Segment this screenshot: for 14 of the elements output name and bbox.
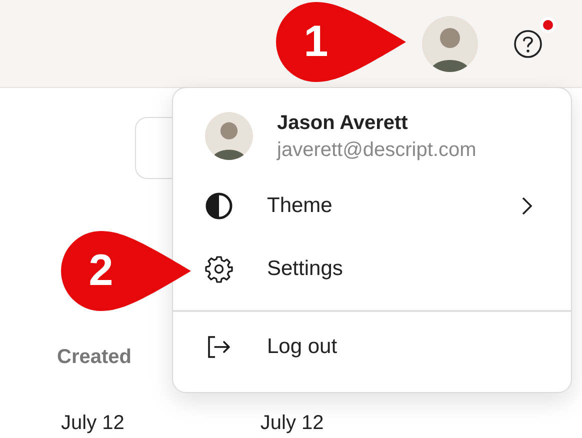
menu-item[interactable]: Log out bbox=[173, 316, 571, 378]
column-header: Created bbox=[57, 346, 132, 368]
settings-icon bbox=[205, 254, 233, 282]
table-cell: July 12 bbox=[61, 412, 124, 435]
user-email: javerett@descript.com bbox=[277, 139, 476, 162]
callout-marker: 1 bbox=[276, 2, 406, 82]
user-name: Jason Averett bbox=[277, 112, 409, 135]
logout-icon bbox=[205, 333, 233, 361]
chevron-right-icon bbox=[521, 196, 533, 216]
callout-marker: 2 bbox=[61, 231, 191, 311]
table-cell: July 12 bbox=[260, 412, 324, 435]
avatar bbox=[205, 112, 253, 160]
half-circle-icon bbox=[205, 192, 233, 220]
help-icon[interactable] bbox=[512, 28, 544, 60]
